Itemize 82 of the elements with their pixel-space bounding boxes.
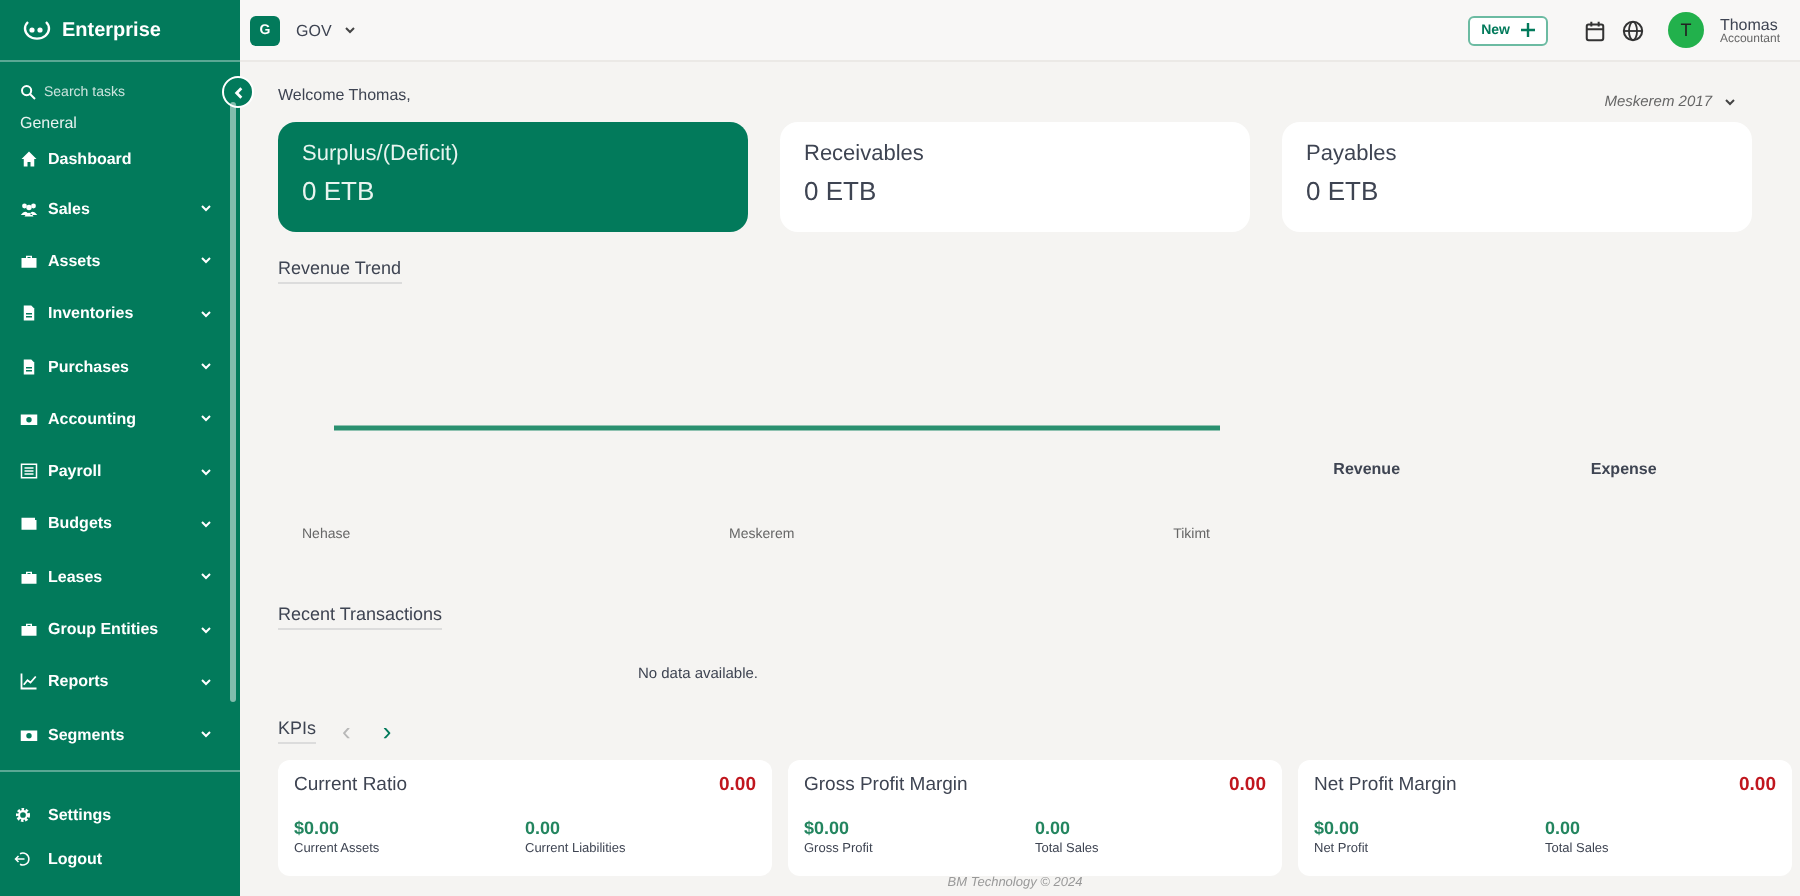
document-icon [20, 357, 38, 376]
nav-item[interactable]: Leases [20, 550, 232, 603]
nav-item[interactable]: Dashboard [20, 140, 232, 178]
nav-item[interactable]: Logout [14, 844, 240, 872]
section-title: KPIs [278, 718, 317, 744]
collapse-button[interactable] [222, 76, 254, 108]
home-icon [20, 150, 38, 168]
welcome-text: Welcome Thomas, [278, 86, 411, 104]
chevron-icon [200, 412, 212, 425]
nav-item[interactable]: Sales [20, 182, 232, 235]
nav-item[interactable]: Inventories [20, 287, 232, 340]
chevron-icon [200, 307, 212, 320]
briefcase-icon [20, 620, 38, 639]
briefcase-icon [20, 567, 38, 586]
kpi-value: 0.00 [1739, 774, 1776, 796]
card-title: Surplus/(Deficit) [302, 142, 461, 166]
section-title: Recent Transactions [278, 604, 443, 630]
kpi-amount: $0.00 [804, 818, 852, 838]
document-icon [20, 304, 38, 323]
org-selector[interactable]: GOV [296, 21, 356, 39]
brand-name: Enterprise [62, 19, 161, 41]
section-label: General [20, 114, 79, 132]
legend-label: Revenue [1333, 460, 1401, 482]
chevron-icon [200, 675, 212, 688]
list-icon [20, 462, 38, 481]
nav-item[interactable]: Group Entities [20, 602, 232, 656]
chevron-icon [200, 623, 212, 636]
nav-item[interactable]: Payroll [20, 444, 232, 498]
card-value: 0 ETB [302, 176, 377, 206]
summary-card[interactable]: Surplus/(Deficit) 0 ETB [278, 122, 748, 232]
nav-item[interactable]: Purchases [20, 339, 232, 393]
kpi-amount: 0.00 [1545, 818, 1583, 838]
calendar-icon[interactable] [1583, 19, 1606, 41]
globe-icon[interactable] [1621, 19, 1644, 41]
nav-item[interactable]: Settings [14, 800, 240, 828]
search-icon [20, 84, 36, 100]
chevron-down-icon [343, 24, 356, 36]
card-value: 0 ETB [1306, 176, 1381, 206]
chevron-icon [200, 202, 212, 215]
chevron-icon [200, 728, 212, 741]
kpi-title: Net Profit Margin [1314, 774, 1457, 796]
briefcase-icon [20, 251, 38, 270]
chevron-icon [200, 517, 212, 530]
card-title: Payables [1306, 142, 1399, 166]
kpi-amount: $0.00 [294, 818, 342, 838]
scrollbar[interactable] [230, 102, 236, 702]
nav-item[interactable]: Reports [20, 655, 232, 708]
people-icon [20, 199, 38, 218]
chart-icon [20, 672, 38, 691]
chevron-icon [200, 465, 212, 478]
chevron-icon [200, 570, 212, 583]
kpi-amount: 0.00 [1035, 818, 1073, 838]
money-icon [20, 409, 38, 428]
section-title: Revenue Trend [278, 258, 402, 284]
user-avatar[interactable]: T [1667, 12, 1704, 48]
logout-icon [14, 849, 32, 867]
legend-label: Expense [1590, 460, 1657, 482]
chevron-down-icon [1724, 95, 1736, 107]
summary-card[interactable]: Payables 0 ETB [1282, 122, 1752, 232]
summary-card[interactable]: Receivables 0 ETB [780, 122, 1250, 232]
kpi-amount: $0.00 [1314, 818, 1362, 838]
chevron-icon [200, 360, 212, 373]
chevron-left-icon [231, 85, 245, 99]
kpi-title: Current Ratio [294, 774, 407, 796]
kpi-title: Gross Profit Margin [804, 774, 968, 796]
plus-icon [1519, 22, 1536, 38]
nav-item[interactable]: Accounting [20, 392, 232, 445]
kpi-value: 0.00 [1229, 774, 1266, 796]
card-value: 0 ETB [804, 176, 879, 206]
wallet-icon [20, 514, 38, 533]
chevron-icon [200, 254, 212, 267]
nav-item[interactable]: Budgets [20, 497, 232, 551]
kpi-amount: 0.00 [525, 818, 563, 838]
money-icon [20, 725, 38, 744]
kpi-value: 0.00 [719, 774, 756, 796]
nav-item[interactable]: Assets [20, 234, 232, 288]
next-button[interactable]: › [376, 721, 398, 741]
card-title: Receivables [804, 142, 926, 166]
gear-icon [14, 805, 32, 823]
logo-icon [20, 18, 52, 42]
nav-item[interactable]: Segments [20, 707, 232, 761]
user-name: Thomas [1719, 15, 1778, 33]
